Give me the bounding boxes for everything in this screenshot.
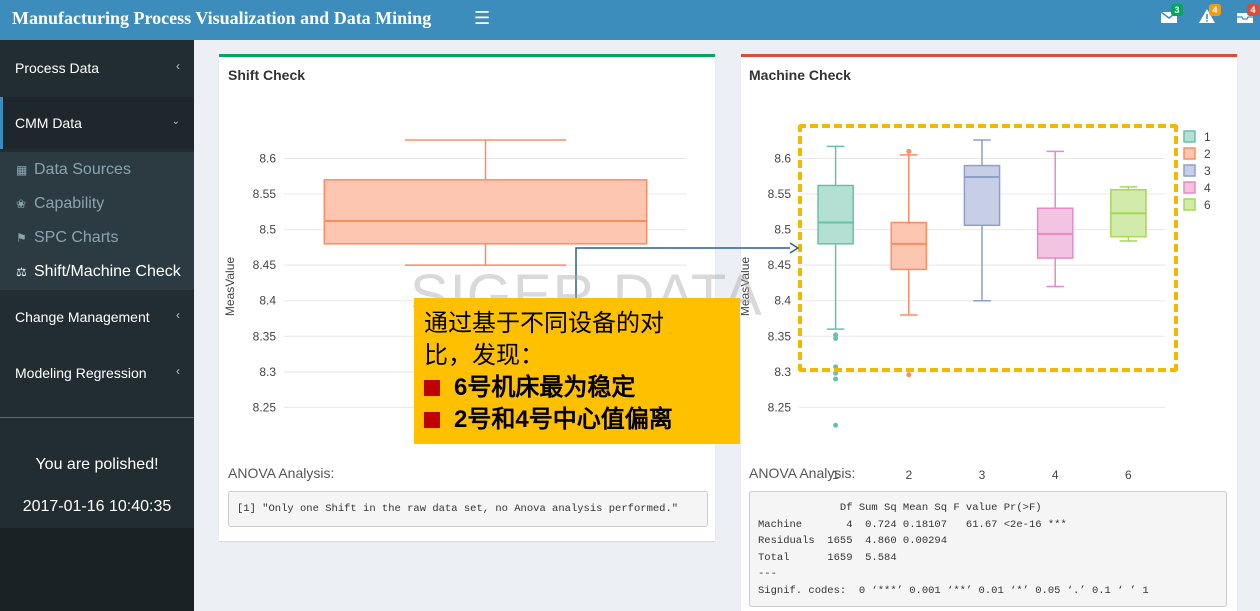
status-datetime: 2017-01-16 10:40:35 [22,498,172,515]
app-header: Manufacturing Process Visualization and … [0,0,1260,40]
outlier-point [833,335,839,341]
legend-label: 2 [1204,147,1211,161]
y-tick-label: 8.3 [259,365,276,379]
callout-bullet-1: 6号机床最为稳定 [424,372,635,404]
box-iqr [817,184,854,245]
sidebar-item-process-data[interactable]: Process Data ‹ [0,42,194,94]
sidebar-footer [0,528,194,611]
y-tick-label: 8.45 [253,258,277,272]
callout-bullet-text: 2号和4号中心值偏离 [454,406,673,433]
box-iqr [323,179,648,245]
legend-label: 3 [1204,164,1211,178]
y-tick-label: 8.6 [259,151,276,165]
submenu-item-label: Shift/Machine Check [34,263,181,280]
sidebar-item-cmm-data[interactable]: CMM Data ⌄ [0,97,194,149]
callout-line-1: 通过基于不同设备的对 [424,310,664,337]
chevron-left-icon: ‹ [176,308,180,322]
submenu-item-data-sources[interactable]: ▦ Data Sources [16,161,131,179]
sidebar-item-change-management[interactable]: Change Management ‹ [0,291,194,343]
messages-menu-button[interactable]: 3 [1160,4,1183,30]
annotation-callout: 通过基于不同设备的对 比，发现： 6号机床最为稳定 2号和4号中心值偏离 [414,298,740,444]
y-tick-label: 8.25 [253,400,277,414]
y-tick-label: 8.55 [253,187,277,201]
shift-check-title: Shift Check [228,67,306,83]
legend-swatch [1183,147,1196,160]
submenu-item-label: SPC Charts [34,229,119,246]
y-tick-label: 8.25 [768,400,792,414]
red-square-bullet-icon [424,412,440,428]
red-square-bullet-icon [424,380,440,396]
legend-swatch [1183,164,1196,177]
callout-line-2: 比，发现： [424,342,544,369]
sidebar-item-label: CMM Data [15,115,82,131]
x-tick-label: 2 [905,468,912,482]
y-tick-label: 8.5 [259,223,276,237]
messages-badge: 3 [1171,4,1183,16]
legend-label: 6 [1204,198,1211,212]
x-tick-label: 6 [1125,468,1132,482]
submenu-item-shift-machine-check[interactable]: ⚖ Shift/Machine Check [16,263,181,281]
y-axis-title: MeasValue [223,257,237,316]
y-axis-title: MeasValue [741,257,752,316]
y-tick-label: 8.35 [253,329,277,343]
status-message: You are polished! [35,456,159,473]
outlier-point [833,364,839,370]
anova-label: ANOVA Analysis: [749,465,856,481]
machine-check-box: Machine Check 8.25 8.3 8.35 8.4 8.45 8.5 8.55 8… [741,54,1237,611]
box-iqr [963,164,1001,227]
notifications-badge: 4 [1209,4,1221,16]
callout-bullet-2: 2号和4号中心值偏离 [424,404,673,436]
tasks-badge: 4 [1247,4,1259,16]
submenu-item-capability[interactable]: ❀ Capability [16,195,104,213]
chevron-left-icon: ‹ [176,364,180,378]
y-tick-label: 8.45 [768,258,792,272]
legend-swatch [1183,181,1196,194]
legend-label: 1 [1204,130,1211,144]
paw-icon: ❀ [16,197,27,211]
outlier-point [906,148,912,154]
y-tick-label: 8.5 [774,223,791,237]
sidebar-item-label: Modeling Regression [15,365,147,381]
submenu-item-label: Data Sources [34,161,131,178]
anova-label: ANOVA Analysis: [228,465,335,481]
y-tick-label: 8.55 [768,187,792,201]
flag-icon: ⚑ [16,231,27,245]
cmm-data-submenu: ▦ Data Sources ❀ Capability ⚑ SPC Charts ⚖ S… [0,152,194,290]
table-icon: ▦ [16,163,28,177]
legend-swatch [1183,130,1196,143]
tasks-menu-button[interactable]: 4 [1236,4,1259,30]
y-tick-label: 8.4 [774,294,791,308]
machine-check-title: Machine Check [749,67,851,83]
sidebar-item-label: Process Data [15,60,100,76]
y-tick-label: 8.3 [774,365,791,379]
x-tick-label: 3 [979,468,986,482]
outlier-point [833,376,839,382]
balance-scale-icon: ⚖ [16,265,27,279]
submenu-item-label: Capability [34,195,105,212]
legend-swatch [1183,198,1196,211]
outlier-point [833,422,839,428]
y-tick-label: 8.4 [259,294,276,308]
sidebar: Process Data ‹ CMM Data ⌄ ▦ Data Sources … [0,40,194,611]
legend-label: 4 [1204,181,1211,195]
y-tick-label: 8.6 [774,151,791,165]
outlier-point [906,372,912,378]
chevron-left-icon: ‹ [176,59,180,73]
sidebar-item-modeling-regression[interactable]: Modeling Regression ‹ [0,347,194,399]
x-tick-label: 4 [1052,468,1059,482]
callout-bullet-text: 6号机床最为稳定 [454,374,636,401]
sidebar-toggle-button[interactable]: ☰ [474,8,490,28]
outlier-point [833,370,839,376]
app-title: Manufacturing Process Visualization and … [12,8,432,28]
machine-boxplot-chart: 8.258.38.358.48.458.58.558.612346Machine… [741,130,1211,482]
chevron-down-icon: ⌄ [171,116,180,127]
anova-output: Df Sum Sq Mean Sq F value Pr(>F) Machine… [749,491,1227,607]
box-iqr [890,221,928,271]
y-tick-label: 8.35 [768,329,792,343]
status-panel: You are polished! 2017-01-16 10:40:35 [0,418,194,528]
notifications-menu-button[interactable]: 4 [1198,4,1221,30]
anova-output: [1] "Only one Shift in the raw data set,… [228,491,708,527]
submenu-item-spc-charts[interactable]: ⚑ SPC Charts [16,229,118,247]
sidebar-item-label: Change Management [15,309,150,325]
